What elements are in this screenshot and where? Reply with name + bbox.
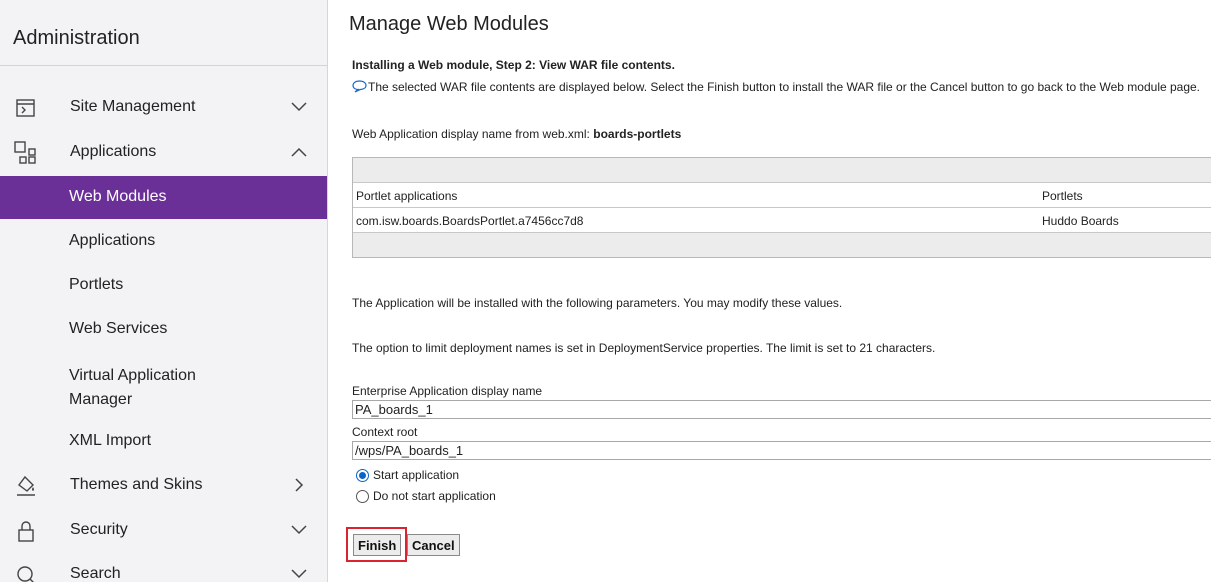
enterprise-name-input[interactable] <box>352 400 1211 419</box>
table-bottom-bar <box>353 233 1211 257</box>
do-not-start-radio[interactable] <box>356 489 369 503</box>
lock-icon <box>18 521 34 542</box>
sidebar-subitem-virtual-application-manager[interactable]: Virtual Application Manager <box>0 352 327 420</box>
cancel-button[interactable]: Cancel <box>407 534 460 556</box>
speech-bubble-icon <box>352 80 367 93</box>
sidebar-subitem-xml-import[interactable]: XML Import <box>0 420 327 464</box>
paint-bucket-icon <box>17 475 35 496</box>
sidebar-title: Administration <box>13 27 140 49</box>
chevron-down-icon <box>291 525 307 535</box>
table-header-row: Portlet applications Portlets <box>353 183 1211 208</box>
chevron-up-icon <box>291 147 307 157</box>
sidebar-item-label: Site Management <box>70 98 196 115</box>
sidebar-subitem-label: XML Import <box>69 432 152 449</box>
sidebar-subitem-label: Portlets <box>69 276 124 293</box>
enterprise-name-label: Enterprise Application display name <box>352 384 543 398</box>
chevron-down-icon <box>291 102 307 112</box>
sidebar-item-site-management[interactable]: Site Management <box>0 85 327 129</box>
do-not-start-label: Do not start application <box>373 489 496 503</box>
limit-text: The option to limit deployment names is … <box>352 341 936 355</box>
sidebar-subitem-web-modules[interactable]: Web Modules <box>0 176 327 219</box>
start-application-radio[interactable] <box>356 468 369 482</box>
search-icon <box>17 566 34 582</box>
info-text: The selected WAR file contents are displ… <box>368 80 1201 94</box>
war-contents-table: Portlet applications Portlets com.isw.bo… <box>352 157 1211 258</box>
display-name-label: Web Application display name from web.xm… <box>352 127 590 141</box>
site-icon <box>16 99 35 117</box>
sidebar-item-search[interactable]: Search <box>0 552 327 582</box>
info-message: The selected WAR file contents are displ… <box>352 80 1200 94</box>
sidebar-subitem-portlets[interactable]: Portlets <box>0 264 327 308</box>
sidebar-subitem-web-services[interactable]: Web Services <box>0 308 327 352</box>
step-title: Installing a Web module, Step 2: View WA… <box>352 58 675 72</box>
do-not-start-option[interactable]: Do not start application <box>356 489 496 503</box>
applications-icon <box>14 141 36 164</box>
sidebar-subitem-applications[interactable]: Applications <box>0 220 327 264</box>
table-cell: com.isw.boards.BoardsPortlet.a7456cc7d8 <box>356 214 584 228</box>
sidebar-item-label: Themes and Skins <box>70 476 203 493</box>
context-root-label: Context root <box>352 425 418 439</box>
sidebar-item-themes-and-skins[interactable]: Themes and Skins <box>0 463 327 507</box>
sidebar-item-label: Applications <box>70 143 157 160</box>
params-text: The Application will be installed with t… <box>352 296 843 310</box>
start-application-option[interactable]: Start application <box>356 468 459 482</box>
table-cell: Huddo Boards <box>1042 214 1119 228</box>
sidebar-item-applications[interactable]: Applications <box>0 130 327 174</box>
sidebar-subitem-label: Applications <box>69 232 156 249</box>
sidebar-subitem-label: Virtual Application Manager <box>69 367 196 408</box>
table-row: com.isw.boards.BoardsPortlet.a7456cc7d8 … <box>353 208 1211 233</box>
finish-button[interactable]: Finish <box>353 534 402 556</box>
display-name-value: boards-portlets <box>593 127 682 141</box>
sidebar-subitem-label: Web Services <box>69 320 168 337</box>
sidebar-divider <box>0 65 327 66</box>
main-content: Manage Web Modules Installing a Web modu… <box>329 0 1211 582</box>
sidebar-item-label: Search <box>70 565 121 582</box>
chevron-down-icon <box>291 569 307 579</box>
chevron-right-icon <box>295 478 304 492</box>
sidebar-subitem-label: Web Modules <box>69 188 167 205</box>
start-application-label: Start application <box>373 468 460 482</box>
sidebar-item-label: Security <box>70 521 128 538</box>
sidebar-item-security[interactable]: Security <box>0 508 327 552</box>
page-title: Manage Web Modules <box>349 13 549 35</box>
context-root-input[interactable] <box>352 441 1211 460</box>
column-header: Portlets <box>1042 189 1083 203</box>
table-top-bar <box>353 158 1211 183</box>
display-name-line: Web Application display name from web.xm… <box>352 127 681 141</box>
sidebar: Administration Site Management Applicati… <box>0 0 328 582</box>
column-header: Portlet applications <box>356 189 458 203</box>
